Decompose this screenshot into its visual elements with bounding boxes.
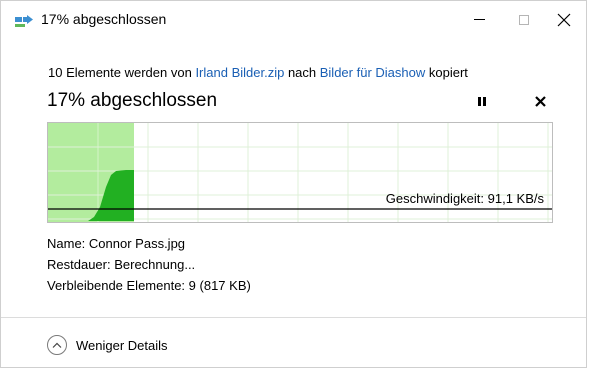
- speed-label: Geschwindigkeit: 91,1 KB/s: [385, 191, 544, 206]
- less-details-toggle[interactable]: Weniger Details: [47, 335, 168, 355]
- remaining-items-value: 9 (817 KB): [188, 278, 251, 293]
- name-value: Connor Pass.jpg: [88, 236, 186, 251]
- close-button[interactable]: [541, 1, 587, 38]
- footer-divider: [1, 317, 586, 318]
- speed-graph: Geschwindigkeit: 91,1 KB/s: [47, 122, 553, 223]
- remaining-time-label: Restdauer:: [47, 257, 111, 272]
- pause-icon: [478, 96, 481, 106]
- copy-progress-icon: [15, 14, 35, 28]
- minimize-icon: [473, 19, 485, 20]
- remaining-time-value: Berechnung...: [114, 257, 196, 272]
- progress-heading: 17% abgeschlossen: [47, 90, 218, 111]
- destination-link[interactable]: Bilder für Diashow: [320, 65, 426, 80]
- source-link[interactable]: Irland Bilder.zip: [195, 65, 284, 80]
- cancel-icon: [534, 95, 546, 107]
- minimize-button[interactable]: [456, 1, 502, 38]
- remaining-items-label: Verbleibende Elemente:: [47, 278, 186, 293]
- copy-prefix: 10 Elemente werden von: [48, 65, 196, 80]
- title-bar[interactable]: 17% abgeschlossen: [1, 1, 586, 38]
- close-icon: [557, 13, 571, 26]
- detail-remaining-time: Restdauer: Berechnung...: [47, 257, 195, 272]
- detail-remaining-items: Verbleibende Elemente: 9 (817 KB): [47, 278, 251, 293]
- cancel-button[interactable]: [529, 91, 551, 111]
- copy-description: 10 Elemente werden von Irland Bilder.zip…: [48, 65, 468, 80]
- chevron-up-icon: [47, 335, 67, 355]
- name-label: Name:: [47, 236, 86, 251]
- speed-graph-canvas: [48, 123, 552, 222]
- detail-name: Name: Connor Pass.jpg: [47, 236, 185, 251]
- window-title: 17% abgeschlossen: [41, 11, 167, 27]
- less-details-label: Weniger Details: [76, 337, 168, 353]
- pause-button[interactable]: [472, 92, 492, 110]
- maximize-icon: [519, 14, 529, 25]
- copy-dialog-window: 17% abgeschlossen 10 Elemente werden von…: [0, 0, 587, 368]
- copy-middle: nach: [284, 65, 320, 80]
- copy-suffix: kopiert: [425, 65, 468, 80]
